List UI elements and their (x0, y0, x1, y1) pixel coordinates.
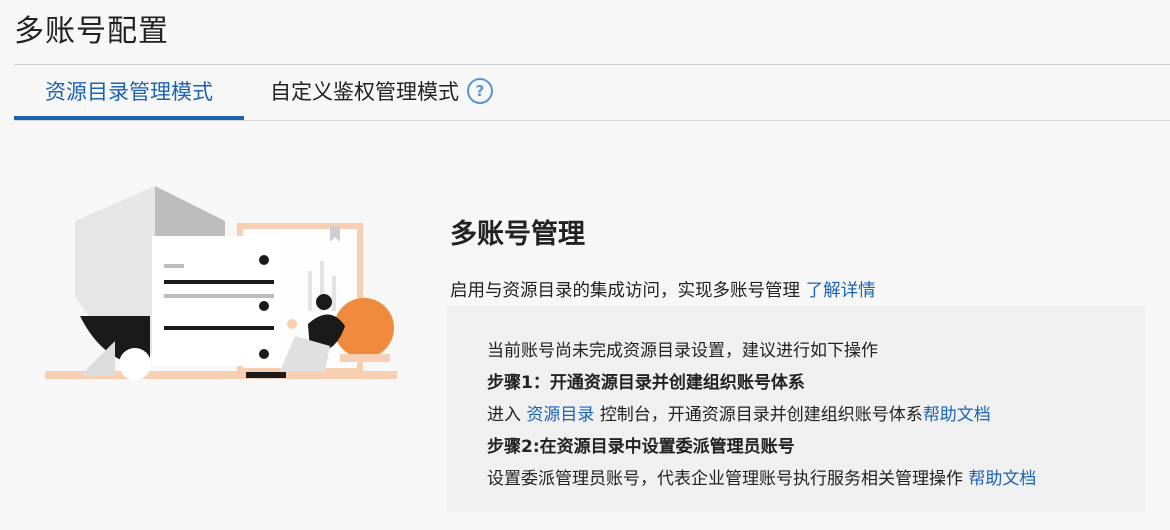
step2-description: 设置委派管理员账号，代表企业管理账号执行服务相关管理操作 (487, 469, 963, 489)
title-divider (14, 64, 1170, 65)
resource-directory-link[interactable]: 资源目录 (526, 405, 594, 425)
step1-help-doc-link[interactable]: 帮助文档 (923, 405, 991, 425)
step1-suffix: 控制台，开通资源目录并创建组织账号体系 (599, 405, 923, 425)
learn-more-link[interactable]: 了解详情 (806, 281, 876, 301)
multi-account-illustration (45, 186, 397, 380)
section-title: 多账号管理 (450, 219, 585, 250)
step1-prefix: 进入 (487, 405, 521, 425)
step1-title: 步骤1：开通资源目录并创建组织账号体系 (487, 373, 805, 393)
tab-resource-directory-mode[interactable]: 资源目录管理模式 (14, 66, 244, 120)
tab-bar: 资源目录管理模式 自定义鉴权管理模式? (14, 66, 1170, 121)
step2-text: 设置委派管理员账号，代表企业管理账号执行服务相关管理操作 帮助文档 (487, 464, 1036, 489)
step2-help-doc-link[interactable]: 帮助文档 (968, 469, 1036, 489)
setup-steps-panel: 当前账号尚未完成资源目录设置，建议进行如下操作 步骤1：开通资源目录并创建组织账… (447, 306, 1145, 512)
step1-text: 进入 资源目录 控制台，开通资源目录并创建组织账号体系帮助文档 (487, 400, 991, 425)
page-title: 多账号配置 (14, 14, 169, 49)
tab-custom-auth-label: 自定义鉴权管理模式 (270, 80, 459, 104)
tab-custom-auth-mode[interactable]: 自定义鉴权管理模式? (270, 66, 493, 118)
step2-title: 步骤2:在资源目录中设置委派管理员账号 (487, 437, 795, 457)
description-text: 启用与资源目录的集成访问，实现多账号管理 (450, 281, 800, 301)
steps-intro: 当前账号尚未完成资源目录设置，建议进行如下操作 (487, 341, 878, 361)
question-circle-icon[interactable]: ? (467, 78, 493, 104)
section-description: 启用与资源目录的集成访问，实现多账号管理 了解详情 (450, 277, 876, 302)
